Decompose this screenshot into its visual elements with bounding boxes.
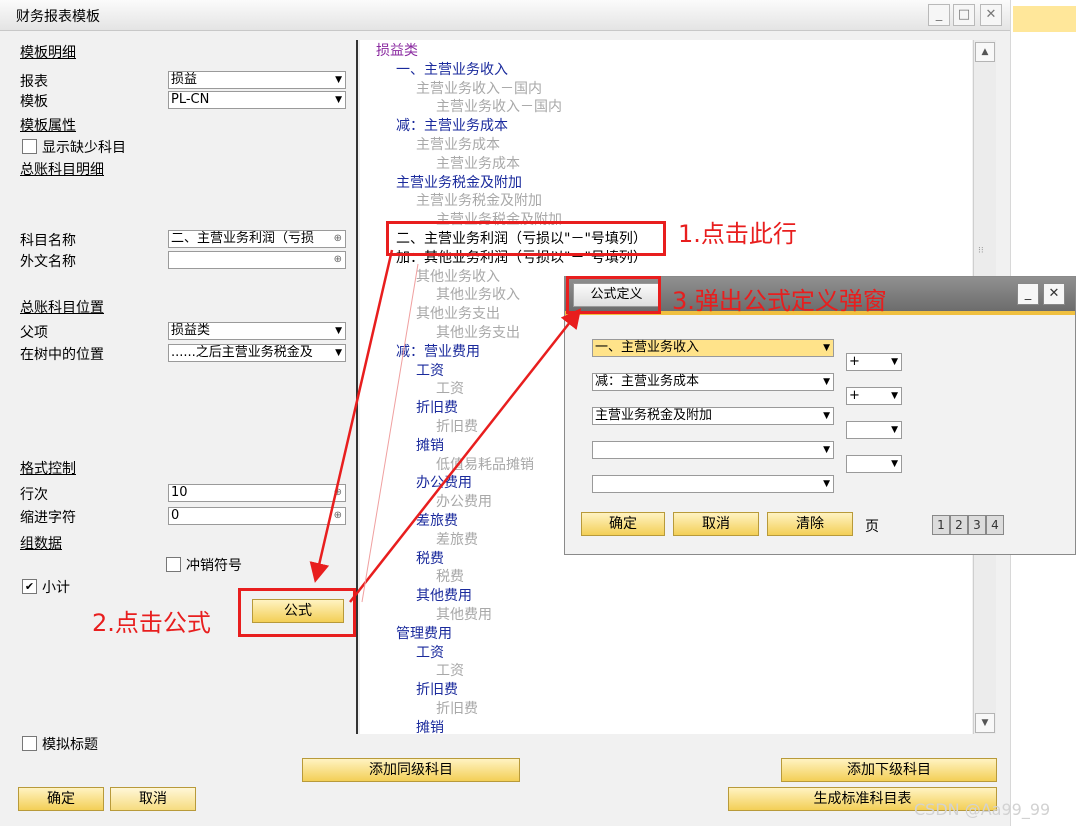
annotation-arrows bbox=[309, 249, 582, 603]
watermark: CSDN @Aa99_99 bbox=[914, 800, 1051, 819]
arrow-step2-to-step3 bbox=[349, 308, 582, 603]
arrow-step1-to-step2 bbox=[309, 249, 394, 583]
